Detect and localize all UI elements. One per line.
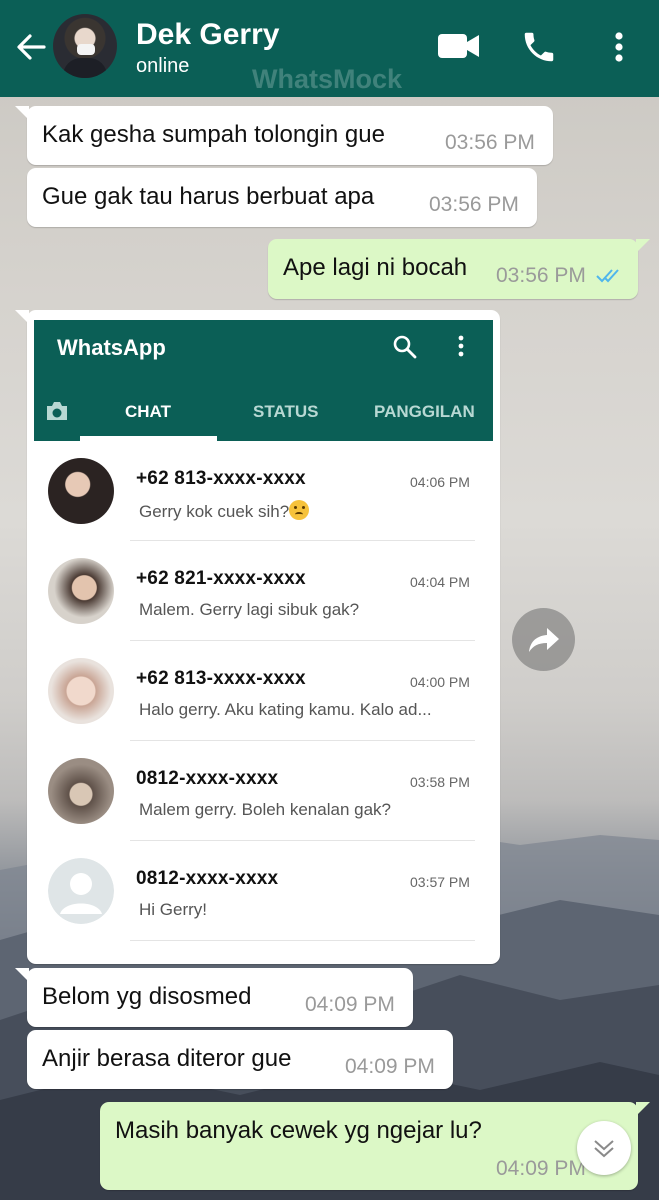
chat-name: 0812-xxxx-xxxx: [136, 768, 279, 789]
more-vert-icon: [458, 335, 464, 357]
screenshot-app-title: WhatsApp: [57, 335, 166, 360]
screenshot-app-bar: WhatsApp CHAT STATUS PANGGILAN: [34, 320, 493, 441]
outgoing-message[interactable]: Masih banyak cewek yg ngejar lu? 04:09 P…: [100, 1102, 650, 1190]
incoming-message[interactable]: Anjir berasa diteror gue 04:09 PM: [27, 1030, 453, 1089]
avatar: [48, 458, 114, 524]
avatar: [48, 658, 114, 724]
incoming-message[interactable]: Kak gesha sumpah tolongin gue 03:56 PM: [15, 106, 553, 165]
chat-list-item: +62 813-xxxx-xxxx 04:06 PM Gerry kok cue…: [34, 441, 493, 541]
contact-avatar[interactable]: [53, 14, 117, 78]
incoming-message[interactable]: Gue gak tau harus berbuat apa 03:56 PM: [27, 168, 537, 227]
message-text: Belom yg disosmed: [42, 983, 252, 1010]
chat-name: +62 813-xxxx-xxxx: [136, 468, 306, 489]
chat-list-item: 0812-xxxx-xxxx 03:57 PM Hi Gerry!: [34, 841, 493, 941]
scroll-to-bottom-button[interactable]: [577, 1121, 631, 1175]
default-avatar-icon: [48, 858, 114, 924]
voice-call-icon[interactable]: [520, 28, 558, 66]
read-receipt-icon: [596, 269, 619, 283]
chat-list-item: +62 813-xxxx-xxxx 04:00 PM Halo gerry. A…: [34, 641, 493, 741]
chat-time: 04:00 PM: [410, 674, 470, 690]
message-time: 04:09 PM: [345, 1055, 435, 1078]
message-time: 03:56 PM: [445, 131, 535, 154]
chat-preview: Gerry kok cuek sih?: [139, 500, 310, 522]
back-arrow-icon[interactable]: [14, 30, 48, 64]
search-icon: [393, 335, 417, 359]
forward-icon: [529, 628, 559, 652]
chat-time: 04:04 PM: [410, 574, 470, 590]
chat-name: 0812-xxxx-xxxx: [136, 868, 279, 889]
message-time: 03:56 PM: [496, 264, 586, 287]
chat-preview: Hi Gerry!: [139, 900, 207, 919]
tab-status: STATUS: [253, 402, 319, 421]
chat-header: Dek Gerry online WhatsMock: [0, 0, 659, 97]
camera-icon: [47, 402, 67, 420]
message-time: 03:56 PM: [429, 193, 519, 216]
contact-status: online: [136, 55, 190, 77]
avatar: [48, 758, 114, 824]
video-call-icon[interactable]: [436, 28, 482, 64]
watermark: WhatsMock: [252, 64, 403, 94]
message-text: Anjir berasa diteror gue: [42, 1045, 292, 1072]
chat-preview: Malem gerry. Boleh kenalan gak?: [139, 800, 391, 819]
message-time: 04:09 PM: [496, 1157, 586, 1180]
chat-time: 03:58 PM: [410, 774, 470, 790]
chat-time: 03:57 PM: [410, 874, 470, 890]
chat-preview: Halo gerry. Aku kating kamu. Kalo ad...: [139, 700, 432, 719]
forwarded-screenshot[interactable]: WhatsApp CHAT STATUS PANGGILAN +62 813-x…: [34, 320, 493, 942]
tab-panggilan: PANGGILAN: [374, 402, 475, 421]
chat-name: +62 821-xxxx-xxxx: [136, 568, 306, 589]
frowning-face-icon: [289, 500, 310, 520]
tab-chat: CHAT: [125, 402, 171, 421]
chat-preview: Malem. Gerry lagi sibuk gak?: [139, 600, 360, 619]
message-text: Ape lagi ni bocah: [283, 254, 468, 281]
forward-button[interactable]: [512, 608, 575, 671]
chat-list-item: 0812-xxxx-xxxx 03:58 PM Malem gerry. Bol…: [34, 741, 493, 841]
message-text: Kak gesha sumpah tolongin gue: [42, 121, 385, 148]
chat-name: +62 813-xxxx-xxxx: [136, 668, 306, 689]
chat-list-item: +62 821-xxxx-xxxx 04:04 PM Malem. Gerry …: [34, 541, 493, 641]
chat-time: 04:06 PM: [410, 474, 470, 490]
message-text: Gue gak tau harus berbuat apa: [42, 183, 375, 210]
message-time: 04:09 PM: [305, 993, 395, 1016]
contact-name[interactable]: Dek Gerry: [136, 18, 279, 52]
more-vert-icon[interactable]: [606, 28, 632, 66]
double-chevron-down-icon: [594, 1140, 614, 1158]
message-text: Masih banyak cewek yg ngejar lu?: [115, 1117, 482, 1144]
incoming-message[interactable]: Belom yg disosmed 04:09 PM: [15, 968, 413, 1027]
outgoing-message[interactable]: Ape lagi ni bocah 03:56 PM: [268, 239, 650, 299]
avatar: [48, 558, 114, 624]
